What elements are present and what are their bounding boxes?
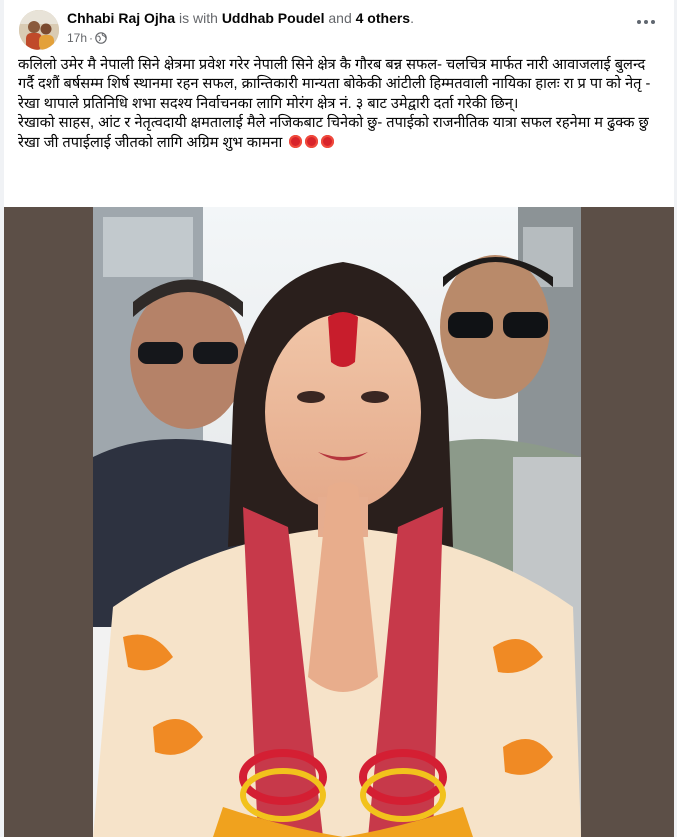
post-text: कलिलो उमेर मै नेपाली सिने क्षेत्रमा प्रव… (18, 56, 658, 153)
post-meta: 17h · (67, 31, 107, 45)
more-options-button[interactable] (632, 12, 660, 32)
meta-separator: · (89, 31, 94, 45)
more-horizontal-icon (637, 20, 655, 24)
hibiscus-emoji-icon (289, 134, 303, 148)
post-timestamp[interactable]: 17h (67, 31, 87, 45)
post-header: Chhabi Raj Ojha is with Uddhab Poudel an… (67, 10, 414, 26)
photo-image (93, 207, 581, 837)
post-paragraph-3-text: रेखा जी तपाईलाई जीतको लागि अग्रिम शुभ का… (18, 134, 283, 151)
post-photo[interactable] (93, 207, 581, 837)
hibiscus-emoji-icon (321, 134, 335, 148)
others-link[interactable]: 4 others (356, 10, 410, 26)
post-photo-container[interactable] (4, 207, 674, 837)
avatar-image (19, 10, 59, 50)
post-paragraph-2: रेखाको साहस, आंट र नेतृत्वदायी क्षमतालाई… (18, 115, 649, 132)
facebook-post: Chhabi Raj Ojha is with Uddhab Poudel an… (4, 0, 674, 837)
globe-icon[interactable] (95, 32, 107, 44)
author-avatar[interactable] (19, 10, 59, 50)
with-text: is with (179, 10, 218, 26)
author-name-link[interactable]: Chhabi Raj Ojha (67, 10, 175, 26)
hibiscus-emoji-icon (305, 134, 319, 148)
post-paragraph-1: कलिलो उमेर मै नेपाली सिने क्षेत्रमा प्रव… (18, 57, 651, 112)
header-period: . (410, 10, 414, 26)
and-text: and (328, 10, 352, 26)
tagged-user-link[interactable]: Uddhab Poudel (222, 10, 325, 26)
post-paragraph-3: रेखा जी तपाईलाई जीतको लागि अग्रिम शुभ का… (18, 134, 658, 153)
